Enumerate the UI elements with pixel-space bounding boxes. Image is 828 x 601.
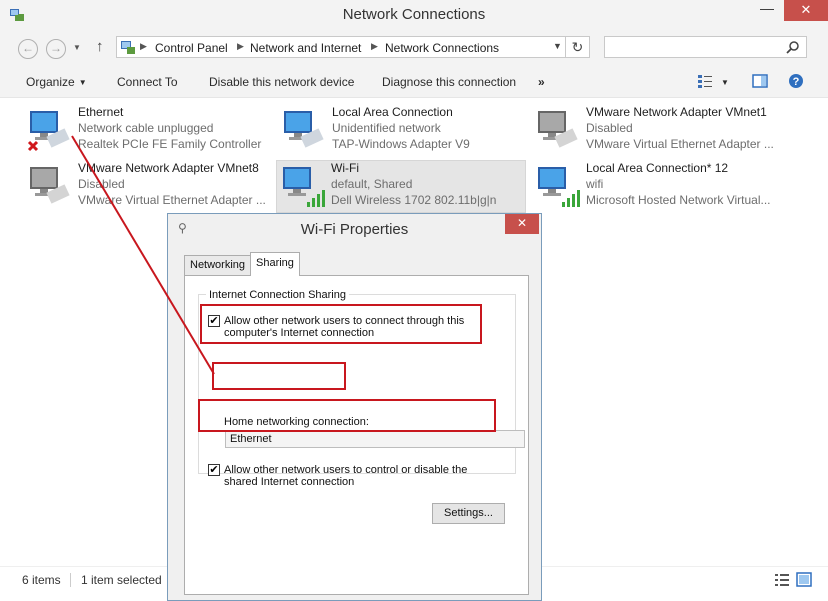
wifi-adapter-icon (538, 167, 580, 207)
item-count: 6 items (22, 573, 61, 587)
organize-label: Organize (26, 75, 75, 89)
connection-item-vmnet8[interactable]: VMware Network Adapter VMnet8 Disabled V… (24, 161, 274, 213)
diagnose-connection-button[interactable]: Diagnose this connection (382, 75, 516, 89)
connection-name: VMware Network Adapter VMnet1 (586, 105, 767, 119)
wifi-adapter-icon (283, 167, 325, 207)
annotation-highlight-ethernet (212, 362, 346, 390)
home-networking-connection-select[interactable]: Ethernet (225, 430, 525, 448)
connection-status: default, Shared (331, 177, 413, 191)
connection-item-ethernet[interactable]: Ethernet Network cable unplugged Realtek… (24, 105, 274, 157)
dialog-title-bar: ⚲ Wi-Fi Properties ✕ (168, 214, 541, 244)
group-label: Internet Connection Sharing (206, 289, 349, 301)
preview-pane-icon[interactable] (752, 73, 768, 89)
dialog-title: Wi-Fi Properties (300, 221, 409, 238)
connection-device: VMware Virtual Ethernet Adapter ... (586, 137, 774, 151)
control-panel-icon (121, 41, 135, 54)
dialog-close-button[interactable]: ✕ (505, 214, 539, 234)
breadcrumb-separator-icon: ▶ (237, 41, 244, 51)
organize-menu[interactable]: Organize ▼ (26, 75, 87, 89)
connection-name: Wi-Fi (331, 161, 359, 175)
refresh-button[interactable]: ↻ (566, 36, 590, 58)
annotation-highlight-allow-connect (200, 304, 482, 344)
connection-item-local-area-connection-12[interactable]: Local Area Connection* 12 wifi Microsoft… (532, 161, 782, 213)
connection-status: Disabled (586, 121, 633, 135)
connection-item-local-area-connection[interactable]: Local Area Connection Unidentified netwo… (278, 105, 528, 157)
ethernet-unplugged-icon (27, 111, 70, 152)
title-bar: Network Connections — ✕ (0, 0, 828, 30)
network-adapter-disabled-icon (30, 167, 70, 204)
help-icon[interactable]: ? (788, 73, 804, 89)
search-icon[interactable] (786, 40, 800, 54)
view-options-chevron-icon[interactable]: ▼ (721, 78, 729, 87)
allow-control-label: Allow other network users to control or … (224, 464, 468, 488)
connection-name: Local Area Connection (332, 105, 453, 119)
address-bar[interactable]: ▶ Control Panel ▶ Network and Internet ▶… (116, 36, 566, 58)
connect-to-button[interactable]: Connect To (117, 75, 178, 89)
connection-name: Local Area Connection* 12 (586, 161, 729, 175)
connection-device: TAP-Windows Adapter V9 (332, 137, 470, 151)
network-adapter-icon (284, 111, 324, 148)
connection-name: Ethernet (78, 105, 124, 119)
minimize-button[interactable]: — (752, 0, 782, 22)
navigation-bar: ← → ▼ ↑ ▶ Control Panel ▶ Network and In… (0, 30, 828, 66)
status-divider (70, 573, 71, 587)
more-commands-button[interactable]: » (538, 75, 545, 89)
organize-dropdown-icon: ▼ (78, 78, 87, 87)
selection-count: 1 item selected (81, 573, 162, 587)
tab-sharing[interactable]: Sharing (250, 252, 300, 276)
connection-device: Realtek PCIe FE Family Controller (78, 137, 262, 151)
connection-device: VMware Virtual Ethernet Adapter ... (78, 193, 266, 207)
connection-name: VMware Network Adapter VMnet8 (78, 161, 259, 175)
back-button[interactable]: ← (18, 39, 38, 59)
search-input[interactable] (604, 36, 807, 58)
svg-text:?: ? (793, 76, 800, 88)
address-dropdown-icon[interactable]: ▼ (553, 41, 562, 51)
command-bar: Organize ▼ Connect To Disable this networ… (0, 66, 828, 98)
annotation-highlight-allow-control (198, 399, 496, 432)
recent-locations-chevron-icon[interactable]: ▼ (71, 39, 83, 59)
details-view-icon[interactable] (774, 573, 790, 587)
connection-item-wifi[interactable]: Wi-Fi default, Shared Dell Wireless 1702… (276, 160, 526, 213)
breadcrumb-network-connections[interactable]: Network Connections (385, 41, 499, 55)
connection-status: wifi (586, 177, 604, 191)
breadcrumb-network-and-internet[interactable]: Network and Internet (250, 41, 361, 55)
connection-device: Dell Wireless 1702 802.11b|g|n (331, 193, 497, 207)
large-icons-view-icon[interactable] (796, 572, 812, 587)
settings-button[interactable]: Settings... (432, 503, 505, 524)
connection-device: Microsoft Hosted Network Virtual... (586, 193, 771, 207)
breadcrumb-separator-icon: ▶ (371, 41, 378, 51)
close-button[interactable]: ✕ (784, 0, 828, 21)
network-adapter-disabled-icon (538, 111, 578, 148)
tab-networking[interactable]: Networking (184, 255, 252, 275)
breadcrumb-control-panel[interactable]: Control Panel (155, 41, 228, 55)
connection-status: Disabled (78, 177, 125, 191)
allow-control-checkbox[interactable]: ✔ (208, 464, 220, 476)
forward-button[interactable]: → (46, 39, 66, 59)
window-title: Network Connections (342, 6, 486, 23)
connection-item-vmnet1[interactable]: VMware Network Adapter VMnet1 Disabled V… (532, 105, 782, 157)
connection-status: Network cable unplugged (78, 121, 214, 135)
change-view-icon[interactable] (697, 73, 713, 89)
breadcrumb-separator-icon: ▶ (140, 41, 147, 51)
disable-device-button[interactable]: Disable this network device (209, 75, 354, 89)
up-button[interactable]: ↑ (96, 38, 104, 55)
connection-status: Unidentified network (332, 121, 441, 135)
